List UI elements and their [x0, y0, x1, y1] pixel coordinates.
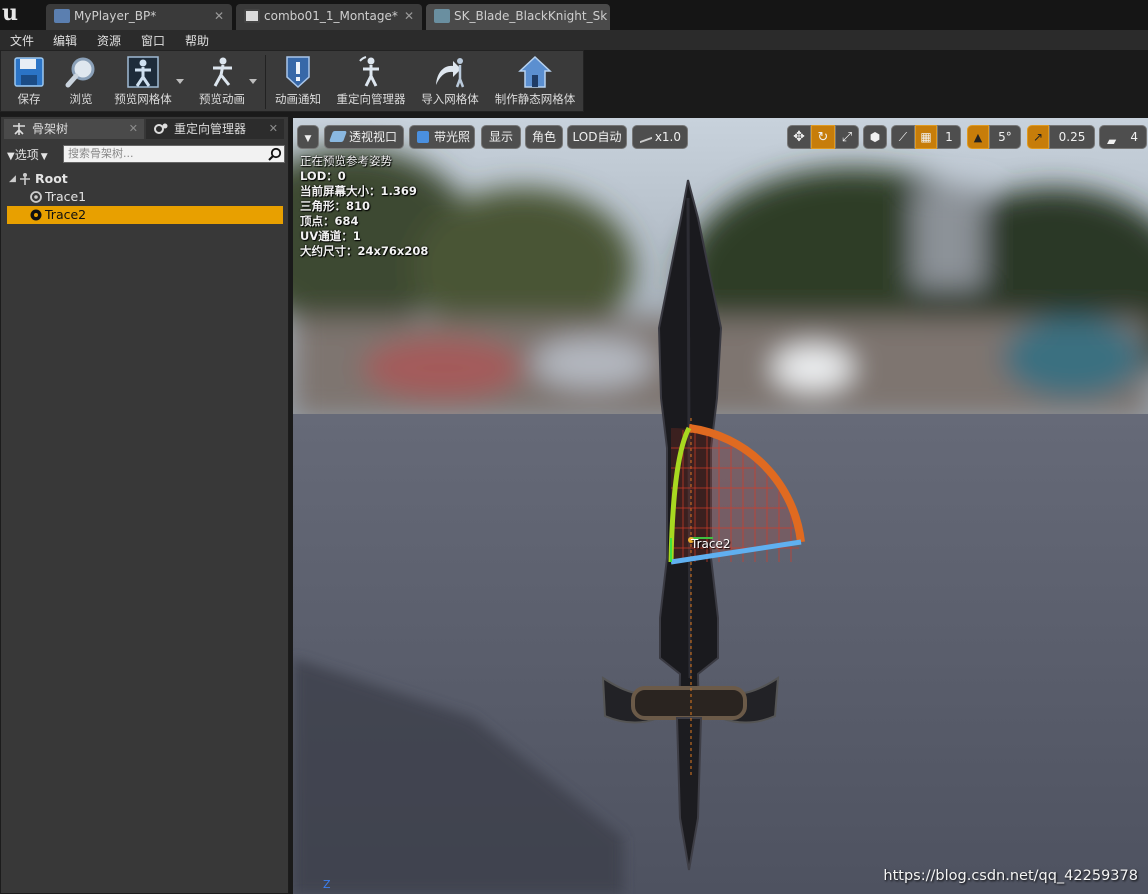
- options-dropdown[interactable]: ▼选项 ▼: [7, 146, 48, 163]
- surface-snap-button[interactable]: ⟋: [891, 125, 915, 149]
- menu-asset[interactable]: 资源: [97, 32, 121, 49]
- socket-icon: [30, 191, 42, 203]
- scale-snap-dropdown[interactable]: 0.25: [1049, 125, 1095, 149]
- retarget-gear-icon: [154, 123, 168, 134]
- blueprint-icon: [54, 9, 70, 23]
- preview-animation-button[interactable]: 预览动画: [191, 51, 253, 111]
- rotation-snap-button[interactable]: ▲: [967, 125, 989, 149]
- search-icon[interactable]: [268, 147, 282, 161]
- house-mesh-icon: [518, 55, 552, 88]
- angle-icon: ▲: [973, 131, 983, 144]
- close-icon[interactable]: ✕: [404, 4, 414, 28]
- skeleton-icon: [434, 9, 450, 23]
- chevron-down-icon: ▼: [304, 134, 312, 144]
- toolbar: 保存 浏览 预览网格体 预览动画 动画通知 重定向管理器 导入网格体 制作静态网…: [0, 50, 584, 112]
- mesh-icon: [127, 56, 159, 88]
- camera-speed-button[interactable]: ▰ 4: [1099, 125, 1147, 149]
- anim-notify-button[interactable]: 动画通知: [271, 51, 325, 111]
- tab-skeleton-asset[interactable]: SK_Blade_BlackKnight_Sk: [426, 4, 610, 30]
- grid-icon: ▦: [920, 130, 932, 144]
- skeleton-tree-panel: 骨架树 ✕ 重定向管理器 ✕ ▼选项 ▼ 搜索骨架树... ◢ Root Tra…: [0, 116, 289, 894]
- menu-help[interactable]: 帮助: [185, 32, 209, 49]
- perspective-cube-icon: [328, 131, 348, 142]
- perspective-button[interactable]: 透视视口: [324, 125, 404, 149]
- scale-arrow-icon: ⤢: [841, 130, 853, 145]
- import-arrow-icon: [436, 58, 465, 88]
- close-icon[interactable]: ✕: [269, 119, 278, 139]
- import-mesh-button[interactable]: 导入网格体: [415, 51, 485, 111]
- preview-mesh-button[interactable]: 预览网格体: [109, 51, 177, 111]
- rotate-mode-button[interactable]: ↻: [811, 125, 835, 149]
- viewport-stats: 正在预览参考姿势 LOD：0 当前屏幕大小：1.369 三角形：810 顶点：6…: [300, 154, 429, 258]
- move-arrows-icon: ✥: [793, 129, 805, 145]
- chevron-down-icon[interactable]: [176, 79, 184, 84]
- tab-combo-montage[interactable]: combo01_1_Montage* ✕: [236, 4, 422, 30]
- tree-item-trace2-selected[interactable]: Trace2: [7, 206, 283, 224]
- save-button[interactable]: 保存: [5, 51, 53, 111]
- filter-funnel-icon: ▼: [7, 151, 15, 162]
- make-static-mesh-button[interactable]: 制作静态网格体: [491, 51, 579, 111]
- scale-mode-button[interactable]: ⤢: [835, 125, 859, 149]
- speed-slope-icon: [640, 132, 652, 144]
- unreal-logo-icon[interactable]: u: [2, 2, 26, 26]
- notify-shield-icon: [286, 56, 310, 89]
- show-button[interactable]: 显示: [481, 125, 521, 149]
- menu-window[interactable]: 窗口: [141, 32, 165, 49]
- camera-icon: ▰: [1107, 134, 1117, 148]
- bone-tree-icon: [13, 123, 25, 135]
- menu-bar: 文件 编辑 资源 窗口 帮助: [0, 30, 1148, 50]
- lit-mode-button[interactable]: 带光照: [409, 125, 475, 149]
- close-icon[interactable]: ✕: [214, 4, 224, 28]
- playback-speed-button[interactable]: x1.0: [632, 125, 688, 149]
- title-bar: u MyPlayer_BP* ✕ combo01_1_Montage* ✕ SK…: [0, 0, 1148, 30]
- chevron-down-icon: ▼: [40, 152, 48, 162]
- browse-button[interactable]: 浏览: [57, 51, 105, 111]
- tab-retarget-manager[interactable]: 重定向管理器 ✕: [146, 119, 284, 139]
- search-input[interactable]: 搜索骨架树...: [63, 145, 285, 163]
- lit-sphere-icon: [417, 131, 429, 143]
- rotation-snap-dropdown[interactable]: 5°: [989, 125, 1021, 149]
- character-button[interactable]: 角色: [525, 125, 563, 149]
- socket-label: Trace2: [691, 537, 731, 551]
- grid-snap-button[interactable]: ▦: [915, 125, 937, 149]
- cube-icon: ⬢: [869, 130, 881, 144]
- retarget-manager-button[interactable]: 重定向管理器: [331, 51, 411, 111]
- magnifier-icon: [65, 57, 95, 88]
- tree-item-root[interactable]: ◢ Root: [7, 170, 283, 188]
- lod-button[interactable]: LOD自动: [567, 125, 627, 149]
- surface-snap-icon: ⟋: [898, 130, 908, 144]
- menu-file[interactable]: 文件: [10, 32, 34, 49]
- montage-icon: [244, 9, 260, 23]
- translate-mode-button[interactable]: ✥: [787, 125, 811, 149]
- chevron-down-icon[interactable]: [249, 79, 257, 84]
- save-icon: [14, 57, 44, 87]
- retarget-figure-icon: [359, 56, 379, 87]
- scale-snap-icon: ↗: [1032, 130, 1044, 144]
- menu-edit[interactable]: 编辑: [53, 32, 77, 49]
- running-figure-icon: [213, 57, 232, 87]
- tree-item-trace1[interactable]: Trace1: [7, 188, 283, 206]
- tab-skeleton-tree[interactable]: 骨架树 ✕: [4, 119, 144, 139]
- close-icon[interactable]: ✕: [129, 119, 138, 139]
- axis-z-label: Z: [323, 878, 331, 891]
- bone-icon: [20, 173, 30, 185]
- grid-size-dropdown[interactable]: 1: [937, 125, 961, 149]
- socket-icon: [30, 209, 42, 221]
- toolbar-divider: [265, 55, 266, 109]
- world-local-button[interactable]: ⬢: [863, 125, 887, 149]
- tab-myplayer-bp[interactable]: MyPlayer_BP* ✕: [46, 4, 232, 30]
- watermark: https://blog.csdn.net/qq_42259378: [883, 868, 1138, 884]
- preview-viewport[interactable]: l ▼ 透视视口 带光照 显示 角色 LOD自动 x1.0 ✥ ↻ ⤢ ⬢ ⟋ …: [293, 118, 1148, 894]
- collapse-arrow-icon[interactable]: ◢: [9, 170, 16, 188]
- rotate-icon: ↻: [817, 130, 829, 145]
- filter-row: ▼选项 ▼ 搜索骨架树...: [5, 143, 285, 165]
- viewport-options-button[interactable]: ▼: [297, 125, 319, 149]
- scale-snap-button[interactable]: ↗: [1027, 125, 1049, 149]
